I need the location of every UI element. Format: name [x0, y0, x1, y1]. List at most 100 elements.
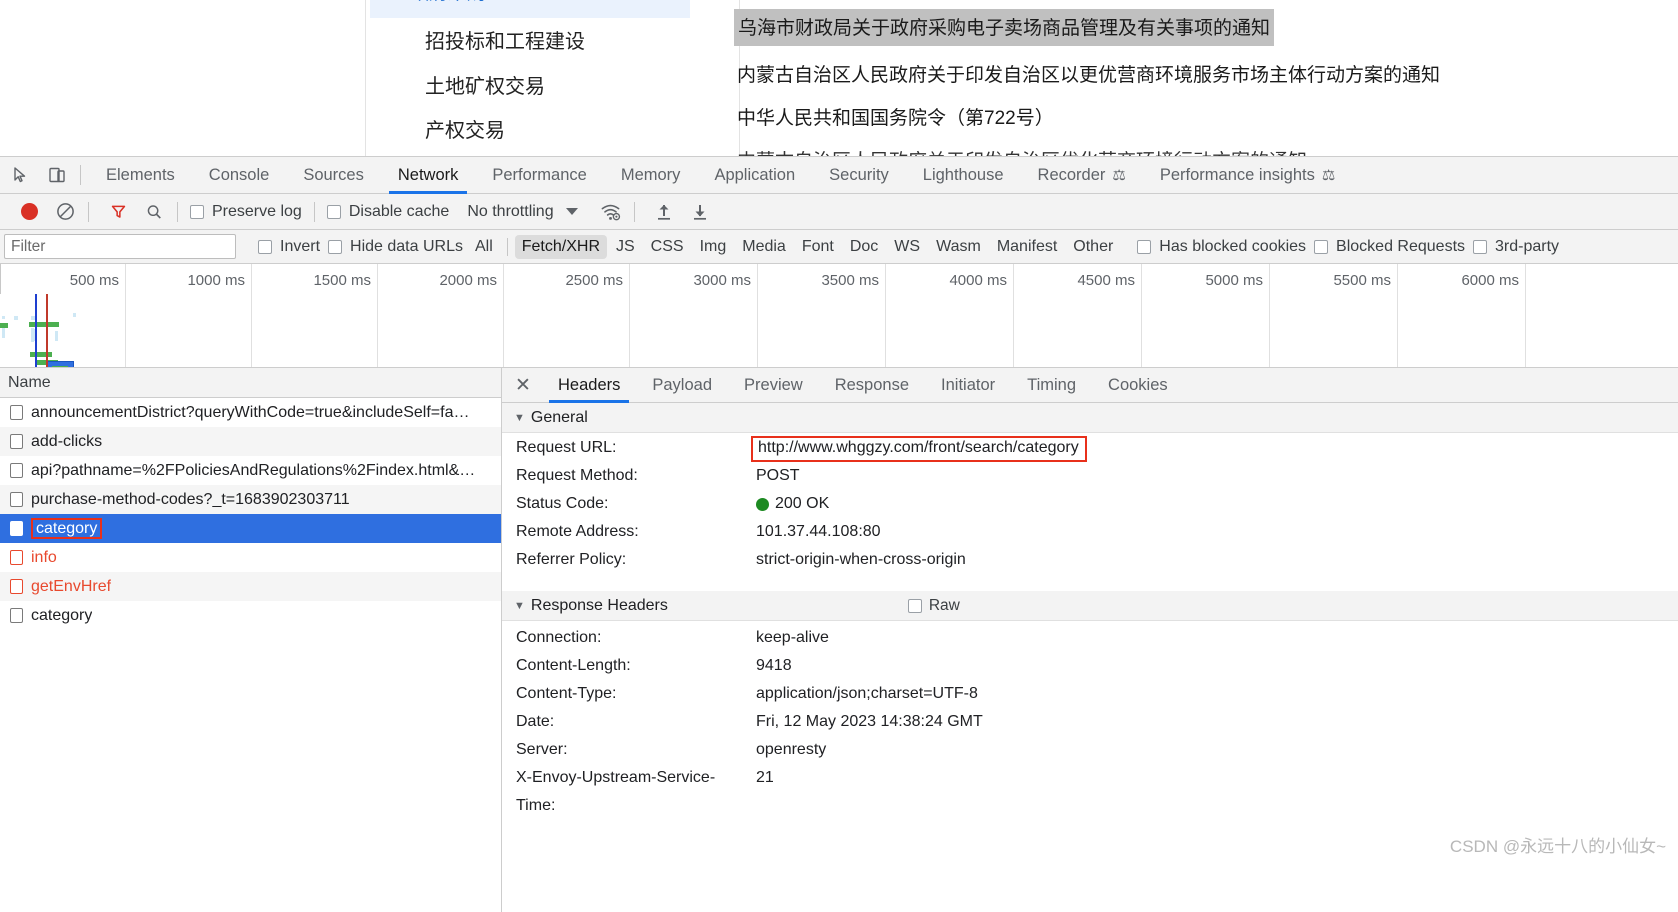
filter-type-doc[interactable]: Doc	[843, 235, 885, 259]
detail-tab-timing[interactable]: Timing	[1011, 368, 1092, 403]
field-value[interactable]: http://www.whggzy.com/front/search/categ…	[751, 436, 1087, 462]
request-checkbox[interactable]	[10, 579, 23, 594]
request-row-info[interactable]: info	[0, 543, 501, 572]
tab-performance[interactable]: Performance	[475, 157, 603, 194]
search-button[interactable]	[139, 198, 169, 226]
tab-sources[interactable]: Sources	[286, 157, 381, 194]
general-row-referrer-policy: Referrer Policy: strict-origin-when-cros…	[502, 551, 1678, 579]
network-overview[interactable]: 500 ms 1000 ms 1500 ms 2000 ms 2500 ms 3…	[0, 264, 1678, 368]
blocked-requests-checkbox[interactable]: Blocked Requests	[1310, 238, 1469, 256]
page-nav-item-1[interactable]: 招投标和工程建设	[425, 25, 585, 54]
filter-type-css[interactable]: CSS	[644, 235, 691, 259]
page-article-link-1[interactable]: 乌海市财政局关于政府采购电子卖场商品管理及有关事项的通知	[734, 9, 1275, 46]
section-general-header[interactable]: ▼ General	[502, 403, 1678, 433]
overview-bar	[55, 331, 58, 341]
request-row-api[interactable]: api?pathname=%2FPoliciesAndRegulations%2…	[0, 456, 501, 485]
field-key: Connection:	[516, 629, 602, 646]
tab-lighthouse[interactable]: Lighthouse	[906, 157, 1021, 194]
third-party-checkbox[interactable]: 3rd-party	[1469, 238, 1563, 256]
inspect-element-icon[interactable]	[6, 161, 36, 189]
request-row-category-selected[interactable]: category	[0, 514, 501, 543]
network-conditions-button[interactable]	[596, 198, 626, 226]
request-row-category[interactable]: category	[0, 601, 501, 630]
general-row-remote-address: Remote Address: 101.37.44.108:80	[502, 523, 1678, 551]
filter-type-fetch-xhr[interactable]: Fetch/XHR	[514, 234, 607, 259]
request-row-add-clicks[interactable]: add-clicks	[0, 427, 501, 456]
request-name: info	[31, 548, 57, 566]
request-checkbox[interactable]	[10, 521, 23, 536]
request-checkbox[interactable]	[10, 492, 23, 507]
import-har-button[interactable]	[649, 198, 679, 226]
request-checkbox[interactable]	[10, 550, 23, 565]
detail-tab-payload[interactable]: Payload	[636, 368, 728, 403]
tick-label: 1000 ms	[187, 272, 245, 289]
detail-tab-cookies[interactable]: Cookies	[1092, 368, 1184, 403]
has-blocked-cookies-checkbox[interactable]: Has blocked cookies	[1133, 238, 1310, 256]
request-row-purchase-method-codes[interactable]: purchase-method-codes?_t=1683902303711	[0, 485, 501, 514]
screenshot-root: 政府采购 招投标和工程建设 土地矿权交易 产权交易 乌海市财政局关于政府采购电子…	[0, 0, 1678, 912]
detail-tab-headers[interactable]: Headers	[542, 368, 636, 403]
filter-input[interactable]	[4, 234, 236, 259]
detail-tab-response[interactable]: Response	[819, 368, 925, 403]
filter-toggle-button[interactable]	[103, 198, 133, 226]
invert-checkbox[interactable]: Invert	[254, 238, 324, 256]
filter-type-manifest[interactable]: Manifest	[990, 235, 1064, 259]
request-detail-pane: ✕ Headers Payload Preview Response Initi…	[502, 368, 1678, 912]
field-key: Content-Length:	[516, 657, 631, 674]
detail-tab-initiator[interactable]: Initiator	[925, 368, 1011, 403]
device-toolbar-icon[interactable]	[42, 161, 72, 189]
tab-network[interactable]: Network	[381, 157, 476, 194]
response-header-content-type: Content-Type: application/json;charset=U…	[502, 685, 1678, 713]
detail-tab-preview[interactable]: Preview	[728, 368, 819, 403]
checkbox-box	[1314, 239, 1329, 254]
request-row-announcement-district[interactable]: announcementDistrict?queryWithCode=true&…	[0, 398, 501, 427]
filter-type-wasm[interactable]: Wasm	[929, 235, 988, 259]
request-checkbox[interactable]	[10, 608, 23, 623]
filter-type-all[interactable]: All	[468, 235, 500, 259]
page-article-link-2[interactable]: 内蒙古自治区人民政府关于印发自治区以更优营商环境服务市场主体行动方案的通知	[737, 60, 1440, 87]
field-value: 101.37.44.108:80	[756, 523, 881, 540]
request-row-getenvhref[interactable]: getEnvHref	[0, 572, 501, 601]
tab-security[interactable]: Security	[812, 157, 906, 194]
page-article-link-3[interactable]: 中华人民共和国国务院令（第722号）	[737, 103, 1054, 130]
request-checkbox[interactable]	[10, 405, 23, 420]
page-nav-item-3[interactable]: 产权交易	[425, 114, 505, 143]
chevron-down-icon[interactable]	[565, 208, 578, 215]
filter-type-other[interactable]: Other	[1066, 235, 1120, 259]
request-checkbox[interactable]	[10, 463, 23, 478]
filter-type-font[interactable]: Font	[795, 235, 841, 259]
tab-recorder[interactable]: Recorder ⚖	[1021, 157, 1143, 194]
field-key: Remote Address:	[516, 523, 639, 540]
page-nav-active-item[interactable]: 政府采购	[370, 0, 690, 18]
tick-label: 6000 ms	[1461, 272, 1519, 289]
tab-console[interactable]: Console	[192, 157, 287, 194]
page-nav-item-2[interactable]: 土地矿权交易	[425, 70, 545, 99]
disable-cache-checkbox[interactable]: Disable cache	[323, 203, 454, 221]
tab-label: Headers	[558, 375, 621, 394]
tab-performance-insights[interactable]: Performance insights ⚖	[1143, 157, 1352, 194]
filter-type-media[interactable]: Media	[735, 235, 793, 259]
record-button[interactable]	[14, 198, 44, 226]
filter-type-ws[interactable]: WS	[887, 235, 927, 259]
request-checkbox[interactable]	[10, 434, 23, 449]
field-key: Time:	[516, 797, 556, 814]
tick-label: 500 ms	[69, 272, 119, 289]
tab-memory[interactable]: Memory	[604, 157, 698, 194]
filter-type-js[interactable]: JS	[609, 235, 642, 259]
export-har-button[interactable]	[685, 198, 715, 226]
tab-elements[interactable]: Elements	[89, 157, 192, 194]
throttling-select[interactable]: No throttling	[467, 203, 553, 221]
hide-data-urls-checkbox[interactable]: Hide data URLs	[324, 238, 467, 256]
field-value: 200 OK	[775, 495, 830, 512]
tab-application[interactable]: Application	[697, 157, 812, 194]
preserve-log-checkbox[interactable]: Preserve log	[186, 203, 306, 221]
raw-checkbox[interactable]: Raw	[907, 597, 960, 615]
section-response-headers-header[interactable]: ▼ Response Headers Raw	[502, 591, 1678, 621]
filter-type-img[interactable]: Img	[693, 235, 734, 259]
close-icon[interactable]: ✕	[510, 372, 536, 398]
request-list-header[interactable]: Name	[0, 368, 501, 398]
field-key: Server:	[516, 741, 568, 758]
clear-button[interactable]	[50, 198, 80, 226]
field-key: Content-Type:	[516, 685, 617, 702]
cursor-arrow-icon	[14, 167, 26, 183]
